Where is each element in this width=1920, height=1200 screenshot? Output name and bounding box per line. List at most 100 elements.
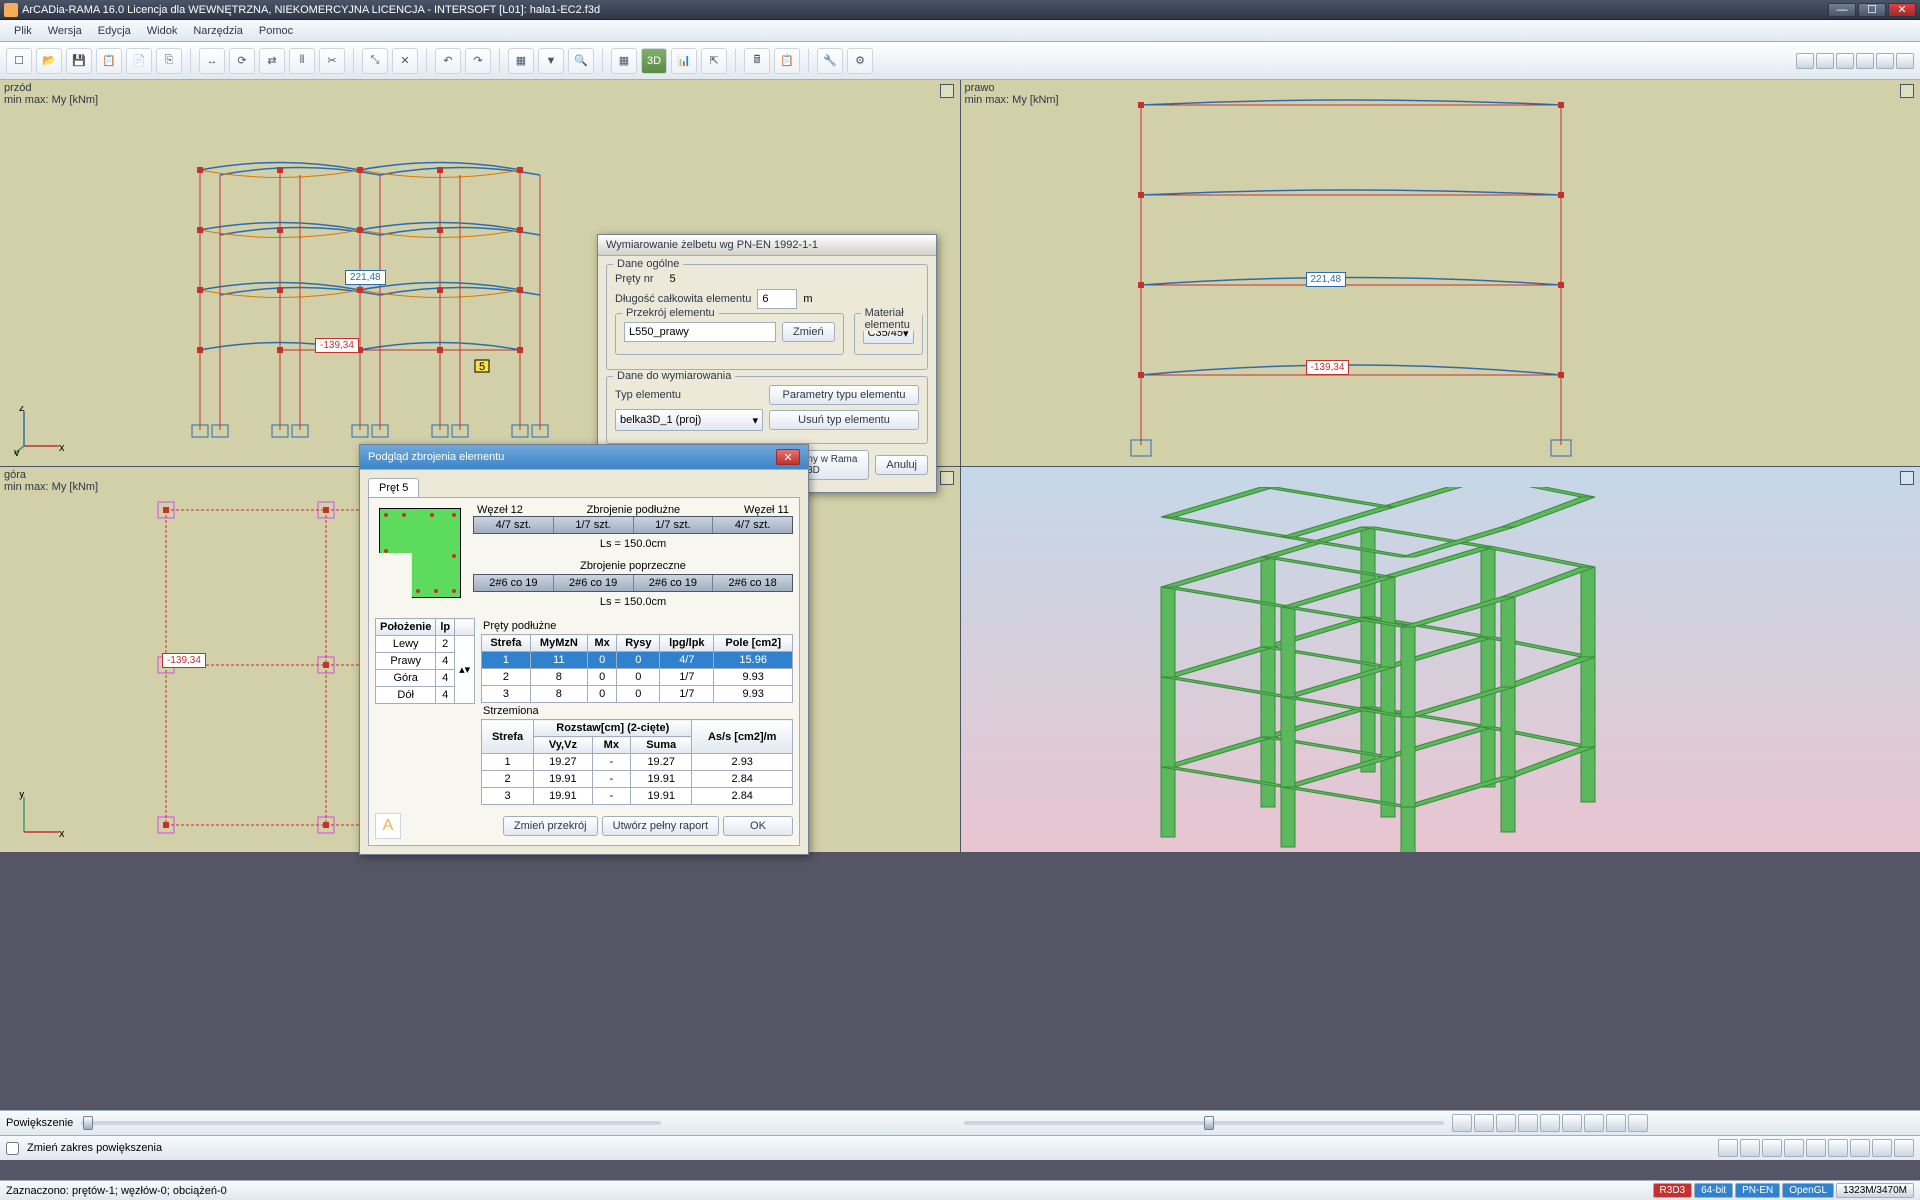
menu-pomoc[interactable]: Pomoc: [251, 25, 301, 37]
close-button[interactable]: ✕: [1888, 3, 1916, 17]
menu-edycja[interactable]: Edycja: [90, 25, 139, 37]
view-controls: [1452, 1114, 1648, 1132]
view-icon[interactable]: [1740, 1139, 1760, 1157]
toolbar: ☐ 📂 💾 📋 📄 ⎘ ↔ ⟳ ⇄ ⦀ ✂ ⤡ ✕ ↶ ↷ ▦ ▼ 🔍 ▦ 3D…: [0, 42, 1920, 80]
cancel-button[interactable]: Anuluj: [875, 455, 928, 475]
save-icon[interactable]: 💾: [66, 48, 92, 74]
view-icon[interactable]: [1828, 1139, 1848, 1157]
view-icon[interactable]: [1806, 1139, 1826, 1157]
grid-icon[interactable]: ▦: [508, 48, 534, 74]
open-icon[interactable]: 📂: [36, 48, 62, 74]
view-icon[interactable]: [1850, 1139, 1870, 1157]
expand-icon[interactable]: [1900, 471, 1914, 485]
export-icon[interactable]: ⇱: [701, 48, 727, 74]
view-icon[interactable]: [1762, 1139, 1782, 1157]
expand-icon[interactable]: [1900, 84, 1914, 98]
undo-icon[interactable]: ↶: [435, 48, 461, 74]
view-icon[interactable]: [1518, 1114, 1538, 1132]
long-reinf-table[interactable]: StrefaMyMzNMxRysylpg/lpkPole [cm2] 11100…: [481, 634, 793, 703]
app-logo-icon: A: [375, 813, 401, 839]
mirror-icon[interactable]: ⇄: [259, 48, 285, 74]
view-icon[interactable]: [1496, 1114, 1516, 1132]
rotate-icon[interactable]: ⟳: [229, 48, 255, 74]
view-icon[interactable]: [1628, 1114, 1648, 1132]
section-input[interactable]: [624, 322, 776, 342]
paste-icon[interactable]: 📄: [126, 48, 152, 74]
title-text: ArCADia-RAMA 16.0 Licencja dla WEWNĘTRZN…: [22, 4, 600, 16]
menu-plik[interactable]: Plik: [6, 25, 40, 37]
minimize-button[interactable]: —: [1828, 3, 1856, 17]
svg-text:x: x: [59, 828, 64, 840]
panel-icon-2[interactable]: [1816, 53, 1834, 69]
chart-icon[interactable]: 📊: [671, 48, 697, 74]
svg-text:y: y: [14, 447, 20, 456]
new-icon[interactable]: ☐: [6, 48, 32, 74]
view-icon[interactable]: [1872, 1139, 1892, 1157]
params-button[interactable]: Parametry typu elementu: [769, 385, 919, 405]
menu-wersja[interactable]: Wersja: [40, 25, 90, 37]
badge-min: -139,34: [1306, 360, 1350, 375]
change-section-button[interactable]: Zmień przekrój: [503, 816, 598, 836]
filter-icon[interactable]: ▼: [538, 48, 564, 74]
panel-icon-5[interactable]: [1876, 53, 1894, 69]
table-icon[interactable]: ▦: [611, 48, 637, 74]
menu-narzedzia[interactable]: Narzędzia: [185, 25, 251, 37]
delete-type-button[interactable]: Usuń typ elementu: [769, 410, 919, 430]
status-64bit[interactable]: 64-bit: [1694, 1183, 1733, 1198]
view-icon[interactable]: [1562, 1114, 1582, 1132]
position-table[interactable]: Położenielp Lewy2▴▾ Prawy4 Góra4 Dół4: [375, 618, 475, 704]
panel-icon-1[interactable]: [1796, 53, 1814, 69]
dialog-title[interactable]: Wymiarowanie żelbetu wg PN-EN 1992-1-1: [598, 235, 936, 256]
titlebar: ArCADia-RAMA 16.0 Licencja dla WEWNĘTRZN…: [0, 0, 1920, 20]
options-icon[interactable]: ⚙: [847, 48, 873, 74]
copy-icon[interactable]: 📋: [96, 48, 122, 74]
zoom-slider-left[interactable]: [81, 1121, 661, 1125]
expand-icon[interactable]: [940, 471, 954, 485]
calc-icon[interactable]: 🖩: [744, 48, 770, 74]
panel-icon-4[interactable]: [1856, 53, 1874, 69]
report-icon[interactable]: 📋: [774, 48, 800, 74]
move-icon[interactable]: ↔: [199, 48, 225, 74]
panel-icon-3[interactable]: [1836, 53, 1854, 69]
type-combo[interactable]: belka3D_1 (proj)▾: [615, 409, 763, 431]
zoom-slider-right[interactable]: [964, 1121, 1444, 1125]
tab-pret[interactable]: Pręt 5: [368, 478, 419, 497]
view-icon[interactable]: [1540, 1114, 1560, 1132]
3d-icon[interactable]: 3D: [641, 48, 667, 74]
maximize-button[interactable]: ☐: [1858, 3, 1886, 17]
menu-widok[interactable]: Widok: [139, 25, 186, 37]
view-icon[interactable]: [1784, 1139, 1804, 1157]
status-r3d3[interactable]: R3D3: [1653, 1183, 1693, 1198]
status-pnen[interactable]: PN-EN: [1735, 1183, 1780, 1198]
status-opengl[interactable]: OpenGL: [1782, 1183, 1834, 1198]
delete-icon[interactable]: ✕: [392, 48, 418, 74]
length-input[interactable]: [757, 289, 797, 309]
search-icon[interactable]: 🔍: [568, 48, 594, 74]
viewport-3d[interactable]: [961, 467, 1920, 853]
view-icon[interactable]: [1474, 1114, 1494, 1132]
view-icon[interactable]: [1894, 1139, 1914, 1157]
svg-text:5: 5: [479, 361, 485, 373]
settings-icon[interactable]: 🔧: [817, 48, 843, 74]
zoom-range-checkbox[interactable]: [6, 1142, 19, 1155]
reinf-trans: 2#6 co 192#6 co 192#6 co 192#6 co 18: [473, 574, 793, 592]
stirrup-table[interactable]: StrefaRozstaw[cm] (2-cięte)As/s [cm2]/m …: [481, 719, 793, 805]
close-icon[interactable]: ✕: [776, 449, 800, 465]
ok-button[interactable]: OK: [723, 816, 793, 836]
expand-icon[interactable]: [940, 84, 954, 98]
view-icon[interactable]: [1452, 1114, 1472, 1132]
change-button[interactable]: Zmień: [782, 322, 835, 342]
viewports: przód min max: My [kNm] 5: [0, 80, 1920, 852]
insert-icon[interactable]: ⎘: [156, 48, 182, 74]
full-report-button[interactable]: Utwórz pełny raport: [602, 816, 719, 836]
view-icon[interactable]: [1606, 1114, 1626, 1132]
columns-icon[interactable]: ⦀: [289, 48, 315, 74]
dialog-title[interactable]: Podgląd zbrojenia elementu ✕: [360, 445, 808, 470]
dimension-icon[interactable]: ⤡: [362, 48, 388, 74]
viewport-right[interactable]: prawo min max: My [kNm] 221,48 -139,34: [961, 80, 1920, 466]
redo-icon[interactable]: ↷: [465, 48, 491, 74]
view-icon[interactable]: [1584, 1114, 1604, 1132]
cut-icon[interactable]: ✂: [319, 48, 345, 74]
panel-icon-6[interactable]: [1896, 53, 1914, 69]
view-icon[interactable]: [1718, 1139, 1738, 1157]
